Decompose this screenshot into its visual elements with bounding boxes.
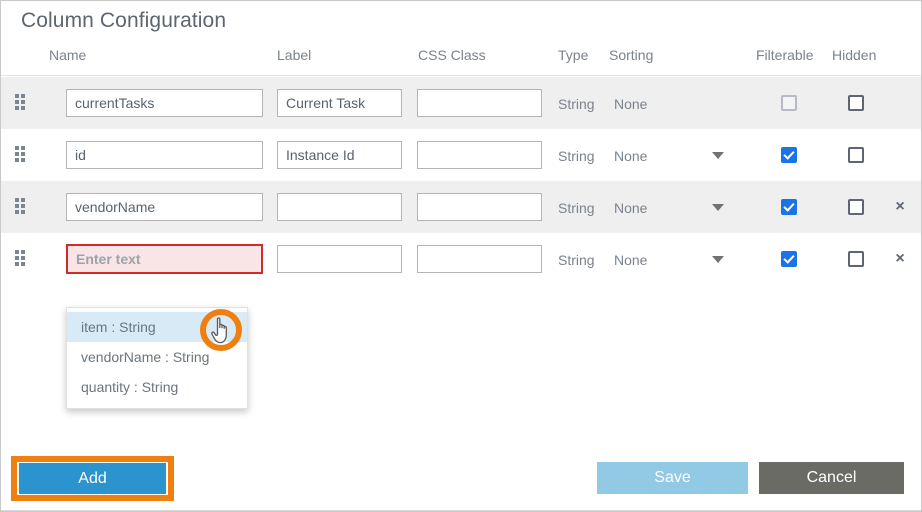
css-input[interactable] (417, 89, 542, 117)
column-header-filterable: Filterable (756, 47, 814, 63)
table-row: String None × (1, 181, 921, 233)
cursor-highlight-ring (200, 309, 242, 351)
label-input[interactable] (277, 193, 402, 221)
column-header-name: Name (49, 47, 86, 63)
filterable-checkbox (781, 95, 797, 111)
label-input[interactable] (277, 141, 402, 169)
drag-handle-icon[interactable] (15, 94, 30, 112)
hidden-checkbox[interactable] (848, 147, 864, 163)
sorting-value[interactable]: None (614, 200, 647, 216)
table-row: String None × (1, 233, 921, 285)
name-input[interactable] (66, 244, 263, 274)
add-button[interactable]: Add (19, 463, 166, 494)
column-header-type: Type (558, 47, 588, 63)
filterable-checkbox[interactable] (781, 147, 797, 163)
page-title: Column Configuration (21, 9, 226, 33)
table-header-row: Name Label CSS Class Type Sorting Filterable H… (1, 47, 921, 76)
table-row: String None (1, 129, 921, 181)
footer-divider (1, 510, 921, 511)
type-value: String (558, 96, 595, 112)
hidden-checkbox[interactable] (848, 251, 864, 267)
column-header-label: Label (277, 47, 311, 63)
name-input[interactable] (66, 141, 263, 169)
sorting-value[interactable]: None (614, 148, 647, 164)
drag-handle-icon[interactable] (15, 250, 30, 268)
table-row: String None (1, 77, 921, 129)
css-input[interactable] (417, 141, 542, 169)
column-header-sorting: Sorting (609, 47, 653, 63)
type-value: String (558, 200, 595, 216)
type-value: String (558, 252, 595, 268)
label-input[interactable] (277, 89, 402, 117)
chevron-down-icon[interactable] (712, 256, 724, 263)
column-configuration-dialog: Column Configuration Name Label CSS Class T… (0, 0, 922, 512)
chevron-down-icon[interactable] (712, 152, 724, 159)
css-input[interactable] (417, 245, 542, 273)
hidden-checkbox[interactable] (848, 95, 864, 111)
drag-handle-icon[interactable] (15, 146, 30, 164)
drag-handle-icon[interactable] (15, 198, 30, 216)
filterable-checkbox[interactable] (781, 251, 797, 267)
remove-row-icon[interactable]: × (891, 250, 909, 268)
hidden-checkbox[interactable] (848, 199, 864, 215)
name-input[interactable] (66, 89, 263, 117)
chevron-down-icon[interactable] (712, 204, 724, 211)
css-input[interactable] (417, 193, 542, 221)
sorting-value[interactable]: None (614, 96, 647, 112)
type-value: String (558, 148, 595, 164)
save-button[interactable]: Save (597, 462, 748, 494)
cancel-button[interactable]: Cancel (759, 462, 904, 494)
name-input[interactable] (66, 193, 263, 221)
remove-row-icon[interactable]: × (891, 198, 909, 216)
column-header-css-class: CSS Class (418, 47, 486, 63)
autocomplete-option[interactable]: quantity : String (67, 372, 247, 402)
column-header-hidden: Hidden (832, 47, 876, 63)
filterable-checkbox[interactable] (781, 199, 797, 215)
label-input[interactable] (277, 245, 402, 273)
sorting-value[interactable]: None (614, 252, 647, 268)
